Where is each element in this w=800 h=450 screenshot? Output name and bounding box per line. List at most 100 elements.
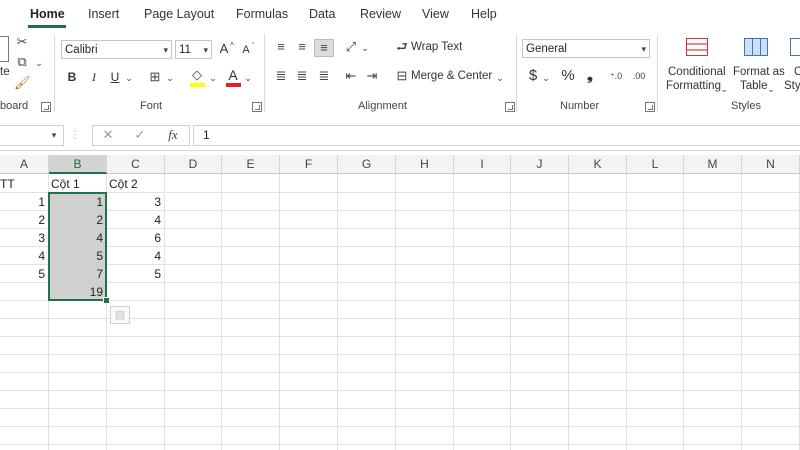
wrap-text-icon[interactable]: ⮐ [394,39,410,55]
cell-c7[interactable] [107,283,164,301]
column-header-l[interactable]: L [627,155,684,174]
tab-home[interactable]: Home [30,7,65,21]
decrease-decimal-icon[interactable]: .00 [630,68,648,84]
format-as-table-label-1[interactable]: Format as [733,66,785,78]
paste-icon[interactable] [0,36,9,62]
copy-dropdown-icon[interactable]: ⌄ [33,55,45,71]
orientation-dropdown-icon[interactable]: ⌄ [360,40,370,56]
percent-style-button[interactable]: % [560,68,576,84]
font-color-icon[interactable]: A [226,67,240,83]
worksheet-grid[interactable]: A B C D E F G H I J K L M N TT Cột 1 Cột… [0,155,800,450]
center-icon[interactable]: ≣ [294,68,310,84]
tab-data[interactable]: Data [309,7,335,21]
column-header-d[interactable]: D [165,155,222,174]
column-header-b[interactable]: B [49,155,107,174]
number-format-combo[interactable]: General ▾ [522,39,650,58]
cell-a5[interactable]: 4 [0,247,48,265]
format-as-table-icon[interactable] [744,38,768,56]
increase-indent-icon[interactable]: ⇥ [364,68,380,84]
underline-dropdown-icon[interactable]: ⌄ [124,70,134,86]
fill-color-icon[interactable]: ◇ [189,67,205,83]
top-align-icon[interactable]: ≡ [273,39,289,55]
conditional-formatting-icon[interactable] [686,38,708,56]
cancel-icon[interactable]: ✕ [100,127,116,143]
cell-styles-label-2[interactable]: Sty [784,80,800,92]
underline-button[interactable]: U [108,69,122,85]
cell-styles-label-1[interactable]: C [794,66,800,78]
format-as-table-label-2[interactable]: Table [740,80,768,92]
cell-c5[interactable]: 4 [107,247,164,265]
column-header-g[interactable]: G [338,155,396,174]
column-header-a[interactable]: A [0,155,49,174]
conditional-formatting-label-2[interactable]: Formatting [666,80,721,92]
wrap-text-button[interactable]: Wrap Text [411,41,462,53]
cell-c3[interactable]: 4 [107,211,164,229]
conditional-formatting-dropdown-icon[interactable]: ⌄ [719,81,729,97]
cell-a7[interactable] [0,283,48,301]
copy-icon[interactable]: ⧉ [14,54,30,70]
merge-dropdown-icon[interactable]: ⌄ [495,70,505,86]
number-launcher-icon[interactable] [645,102,655,112]
formula-input[interactable]: 1 [193,125,800,146]
cell-a1[interactable]: TT [0,175,48,193]
cell-c2[interactable]: 3 [107,193,164,211]
column-header-n[interactable]: N [742,155,800,174]
column-header-e[interactable]: E [222,155,280,174]
decrease-indent-icon[interactable]: ⇤ [343,68,359,84]
column-header-c[interactable]: C [107,155,165,174]
font-launcher-icon[interactable] [252,102,262,112]
font-color-dropdown-icon[interactable]: ⌄ [243,70,253,86]
column-header-j[interactable]: J [511,155,569,174]
tab-insert[interactable]: Insert [88,7,119,21]
column-header-k[interactable]: K [569,155,627,174]
merge-center-button[interactable]: Merge & Center [411,70,492,82]
clipboard-launcher-icon[interactable] [41,102,51,112]
orientation-icon[interactable]: ⤢ [343,39,359,55]
italic-button[interactable]: I [87,69,101,85]
fill-handle[interactable] [103,297,110,304]
more-options-icon[interactable]: ⋮ [70,128,80,144]
borders-dropdown-icon[interactable]: ⌄ [165,70,175,86]
paste-label[interactable]: te [0,66,10,78]
cut-icon[interactable]: ✂ [14,34,30,50]
conditional-formatting-label-1[interactable]: Conditional [668,66,726,78]
quick-analysis-button[interactable]: ▤ [110,306,130,324]
column-header-i[interactable]: I [454,155,511,174]
enter-icon[interactable]: ✓ [132,127,148,143]
bold-button[interactable]: B [65,69,79,85]
tab-help[interactable]: Help [471,7,497,21]
comma-style-button[interactable]: ❟ [583,68,597,84]
cell-c6[interactable]: 5 [107,265,164,283]
cell-c4[interactable]: 6 [107,229,164,247]
cell-a6[interactable]: 5 [0,265,48,283]
bottom-align-icon[interactable]: ≡ [314,39,334,57]
fill-color-dropdown-icon[interactable]: ⌄ [208,70,218,86]
name-box[interactable]: ▾ [0,125,64,146]
accounting-dropdown-icon[interactable]: ⌄ [541,70,551,86]
column-header-h[interactable]: H [396,155,454,174]
accounting-format-button[interactable]: $ [526,68,540,84]
increase-decimal-icon[interactable]: ⁺.0 [607,68,625,84]
cell-c1[interactable]: Cột 2 [109,175,164,193]
borders-icon[interactable]: ⊞ [147,69,163,85]
merge-center-icon[interactable]: ⊟ [394,68,410,84]
alignment-launcher-icon[interactable] [505,102,515,112]
format-painter-icon[interactable]: 🖌 [14,75,31,91]
cell-b1[interactable]: Cột 1 [51,175,106,193]
font-size-combo[interactable]: 11 ▾ [175,40,212,59]
cell-a2[interactable]: 1 [0,193,48,211]
tab-page-layout[interactable]: Page Layout [144,7,214,21]
cell-a4[interactable]: 3 [0,229,48,247]
format-as-table-dropdown-icon[interactable]: ⌄ [766,81,776,97]
column-header-f[interactable]: F [280,155,338,174]
name-box-dropdown-icon[interactable]: ▾ [49,127,59,143]
cell-a3[interactable]: 2 [0,211,48,229]
tab-view[interactable]: View [422,7,449,21]
font-name-combo[interactable]: Calibri ▾ [61,40,172,59]
middle-align-icon[interactable]: ≡ [294,39,310,55]
tab-review[interactable]: Review [360,7,401,21]
insert-function-button[interactable]: fx [164,127,182,143]
align-left-icon[interactable]: ≣ [273,68,289,84]
column-header-m[interactable]: M [684,155,742,174]
tab-formulas[interactable]: Formulas [236,7,288,21]
